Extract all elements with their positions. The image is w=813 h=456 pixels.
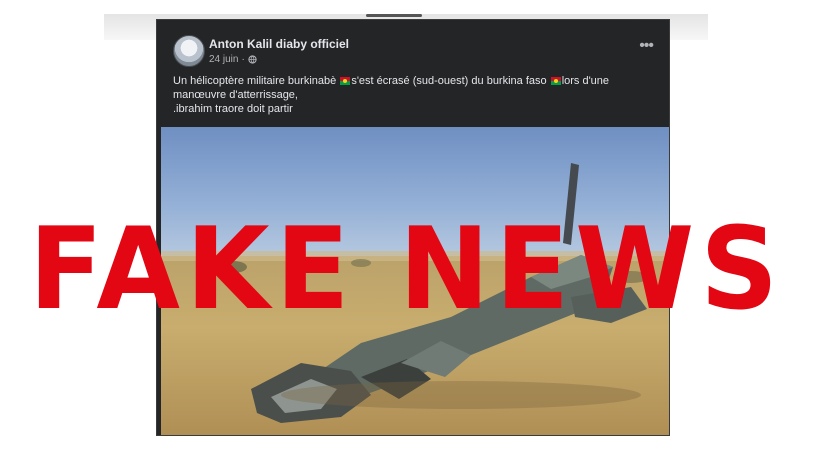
burkina-faso-flag-icon [550, 77, 561, 85]
meta-separator: · [241, 54, 245, 65]
text-segment: s'est écrasé (sud-ouest) du burkina faso [351, 75, 550, 87]
avatar[interactable] [173, 35, 205, 67]
post-text: Un hélicoptère militaire burkinabè s'est… [173, 74, 658, 116]
burkina-faso-flag-icon [340, 77, 351, 85]
post-text-line-2: manœuvre d'atterrissage, [173, 89, 298, 101]
post-header: Anton Kalil diaby officiel 24 juin · ••• [157, 20, 669, 72]
globe-icon[interactable] [248, 55, 257, 64]
text-segment: Un hélicoptère militaire burkinabè [173, 75, 340, 87]
post-text-line-1: Un hélicoptère militaire burkinabè s'est… [173, 74, 658, 88]
post-date[interactable]: 24 juin [209, 54, 238, 65]
more-options-icon[interactable]: ••• [639, 38, 654, 54]
top-notch [366, 14, 422, 17]
fake-news-stamp: FAKE NEWS [28, 203, 785, 336]
text-segment: lors d'une [561, 75, 610, 87]
author-name[interactable]: Anton Kalil diaby officiel [209, 37, 349, 51]
post-text-line-3: .ibrahim traore doit partir [173, 103, 293, 115]
post-meta: 24 juin · [209, 54, 257, 65]
